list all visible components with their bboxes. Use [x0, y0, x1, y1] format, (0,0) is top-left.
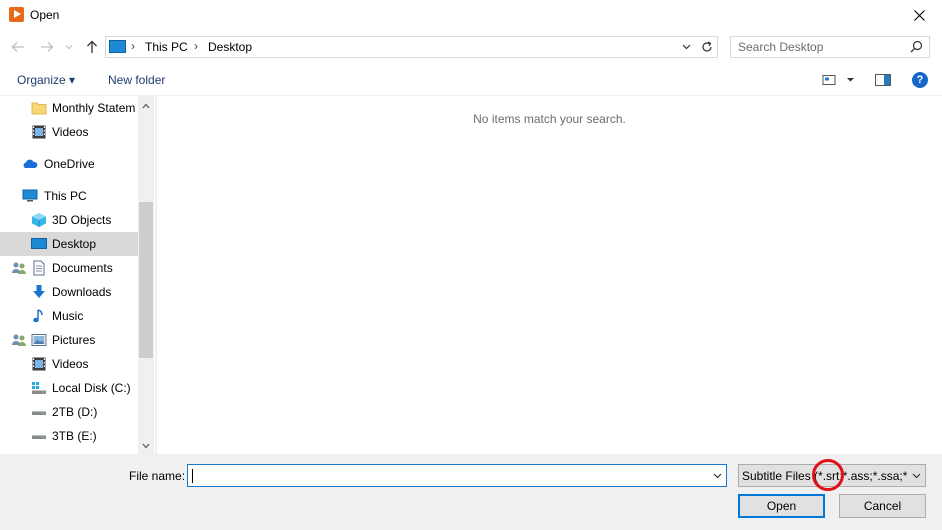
help-icon[interactable]: ?	[912, 72, 928, 88]
breadcrumb-desktop[interactable]: Desktop	[208, 40, 252, 54]
pictures-icon	[31, 334, 47, 346]
breadcrumb-separator: ›	[194, 39, 198, 53]
scroll-down-button[interactable]	[138, 438, 154, 454]
empty-message: No items match your search.	[473, 112, 626, 126]
shared-users-icon	[12, 262, 26, 274]
window-title: Open	[30, 8, 60, 22]
close-icon	[913, 9, 925, 21]
chevron-down-icon	[912, 473, 920, 478]
nav-scrollbar[interactable]	[138, 96, 154, 454]
refresh-button[interactable]	[697, 38, 715, 56]
chevron-up-icon	[142, 103, 150, 109]
forward-button[interactable]	[38, 38, 56, 56]
nav-item-this-pc[interactable]: This PC	[0, 184, 138, 208]
chevron-down-icon	[682, 44, 690, 50]
file-list[interactable]: No items match your search.	[157, 96, 942, 454]
nav-item-local-disk-c[interactable]: Local Disk (C:)	[0, 376, 138, 400]
file-name-input[interactable]	[187, 464, 727, 487]
music-icon	[33, 309, 43, 323]
nav-item-videos-2[interactable]: Videos	[0, 352, 138, 376]
change-view-button[interactable]	[820, 70, 858, 90]
documents-icon	[33, 260, 45, 276]
back-button[interactable]	[9, 38, 27, 56]
this-pc-icon	[109, 40, 126, 53]
chevron-down-icon	[713, 473, 721, 479]
onedrive-icon	[23, 159, 38, 168]
refresh-icon	[701, 41, 712, 52]
chevron-down-icon	[142, 443, 150, 449]
file-type-dropdown-button[interactable]	[907, 465, 925, 486]
search-box[interactable]: Search Desktop	[730, 36, 930, 58]
drive-icon	[32, 411, 46, 415]
search-input[interactable]: Search Desktop	[738, 40, 823, 54]
desktop-icon	[31, 238, 47, 249]
nav-item-monthly-statements[interactable]: Monthly Statem	[0, 96, 138, 120]
nav-item-documents[interactable]: Documents	[0, 256, 138, 280]
nav-item-downloads[interactable]: Downloads	[0, 280, 138, 304]
nav-item-pictures[interactable]: Pictures	[0, 328, 138, 352]
file-name-dropdown-button[interactable]	[710, 468, 724, 484]
nav-item-desktop[interactable]: Desktop	[0, 232, 138, 256]
open-button[interactable]: Open	[738, 494, 825, 518]
breadcrumb-separator: ›	[131, 39, 135, 53]
recent-locations-button[interactable]	[62, 38, 76, 56]
this-pc-icon	[22, 189, 38, 202]
organize-button[interactable]: Organize ▾	[17, 73, 75, 87]
close-button[interactable]	[896, 0, 942, 30]
videos-icon	[32, 125, 46, 139]
nav-item-2tb-d[interactable]: 2TB (D:)	[0, 400, 138, 424]
preview-pane-icon	[875, 74, 891, 86]
command-bar: Organize ▾ New folder ?	[0, 64, 942, 96]
preview-pane-button[interactable]	[873, 70, 893, 90]
shared-users-icon	[12, 334, 26, 346]
nav-item-onedrive[interactable]: OneDrive	[0, 152, 138, 176]
up-arrow-icon	[87, 40, 97, 53]
folder-icon	[31, 102, 47, 115]
up-button[interactable]	[83, 38, 101, 56]
address-bar[interactable]: › This PC › Desktop	[105, 36, 718, 58]
address-dropdown-button[interactable]	[679, 39, 693, 55]
cancel-button[interactable]: Cancel	[839, 494, 926, 518]
scroll-up-button[interactable]	[138, 98, 154, 114]
forward-arrow-icon	[41, 42, 54, 52]
nav-item-music[interactable]: Music	[0, 304, 138, 328]
nav-item-3d-objects[interactable]: 3D Objects	[0, 208, 138, 232]
text-caret	[192, 469, 193, 483]
new-folder-button[interactable]: New folder	[108, 73, 165, 87]
drive-icon	[32, 435, 46, 439]
dialog-footer: File name: Subtitle Files (*.srt;*.ass;*…	[0, 454, 942, 530]
title-bar: Open	[0, 0, 942, 30]
search-icon	[910, 40, 923, 53]
back-arrow-icon	[11, 42, 24, 52]
downloads-icon	[33, 285, 45, 298]
navigation-pane: Monthly Statem Videos OneDrive This PC 3…	[0, 96, 154, 454]
annotation-circle	[812, 459, 844, 491]
nav-item-videos[interactable]: Videos	[0, 120, 138, 144]
3d-objects-icon	[32, 213, 46, 227]
videos-icon	[32, 357, 46, 371]
app-logo-icon	[9, 7, 24, 22]
address-row: › This PC › Desktop Search Desktop	[0, 30, 942, 64]
chevron-down-icon	[65, 45, 73, 50]
scrollbar-thumb[interactable]	[139, 202, 153, 358]
file-name-label: File name:	[129, 469, 186, 483]
local-disk-icon	[32, 382, 46, 394]
nav-item-3tb-e[interactable]: 3TB (E:)	[0, 424, 138, 448]
view-options-icon	[822, 75, 854, 85]
breadcrumb-this-pc[interactable]: This PC	[145, 40, 188, 54]
